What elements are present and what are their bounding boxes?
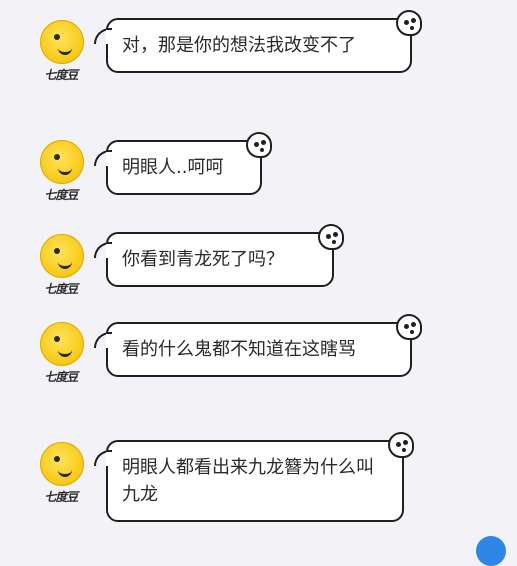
message-bubble[interactable]: 你看到青龙死了吗？ [94,224,344,287]
avatar-logo-text: 七度豆 [43,370,80,384]
avatar-logo-text: 七度豆 [43,188,80,202]
message-bubble[interactable]: 明眼人都看出来九龙簪为什么叫九龙 [94,432,414,522]
yellow-smiley-avatar-icon [40,140,84,184]
yellow-smiley-avatar-icon [40,20,84,64]
avatar-logo-text: 七度豆 [43,68,80,82]
message-bubble[interactable]: 看的什么鬼都不知道在这瞎骂 [94,314,422,377]
message-text: 对，那是你的想法我改变不了 [122,35,356,56]
blue-circle-icon[interactable] [476,536,506,566]
chat-thread: 七度豆 对，那是你的想法我改变不了 七度豆 明眼人..呵呵 七度豆 你看到青龙死… [0,0,517,566]
message-text: 明眼人..呵呵 [122,157,224,178]
yellow-smiley-avatar-icon [40,442,84,486]
avatar-logo-text: 七度豆 [43,282,80,296]
ghost-peek-icon [396,314,422,340]
avatar-logo-text: 七度豆 [43,490,80,504]
sender-avatar[interactable]: 七度豆 [32,442,92,514]
message-bubble[interactable]: 明眼人..呵呵 [94,132,272,195]
message-text: 你看到青龙死了吗？ [122,249,284,270]
sender-avatar[interactable]: 七度豆 [32,140,92,212]
ghost-peek-icon [388,432,414,458]
ghost-peek-icon [246,132,272,158]
ghost-peek-icon [318,224,344,250]
yellow-smiley-avatar-icon [40,234,84,278]
ghost-peek-icon [396,10,422,36]
message-bubble[interactable]: 对，那是你的想法我改变不了 [94,10,422,73]
yellow-smiley-avatar-icon [40,322,84,366]
message-text: 看的什么鬼都不知道在这瞎骂 [122,339,356,360]
sender-avatar[interactable]: 七度豆 [32,234,92,306]
sender-avatar[interactable]: 七度豆 [32,322,92,394]
sender-avatar[interactable]: 七度豆 [32,20,92,92]
message-text: 明眼人都看出来九龙簪为什么叫九龙 [122,457,374,505]
